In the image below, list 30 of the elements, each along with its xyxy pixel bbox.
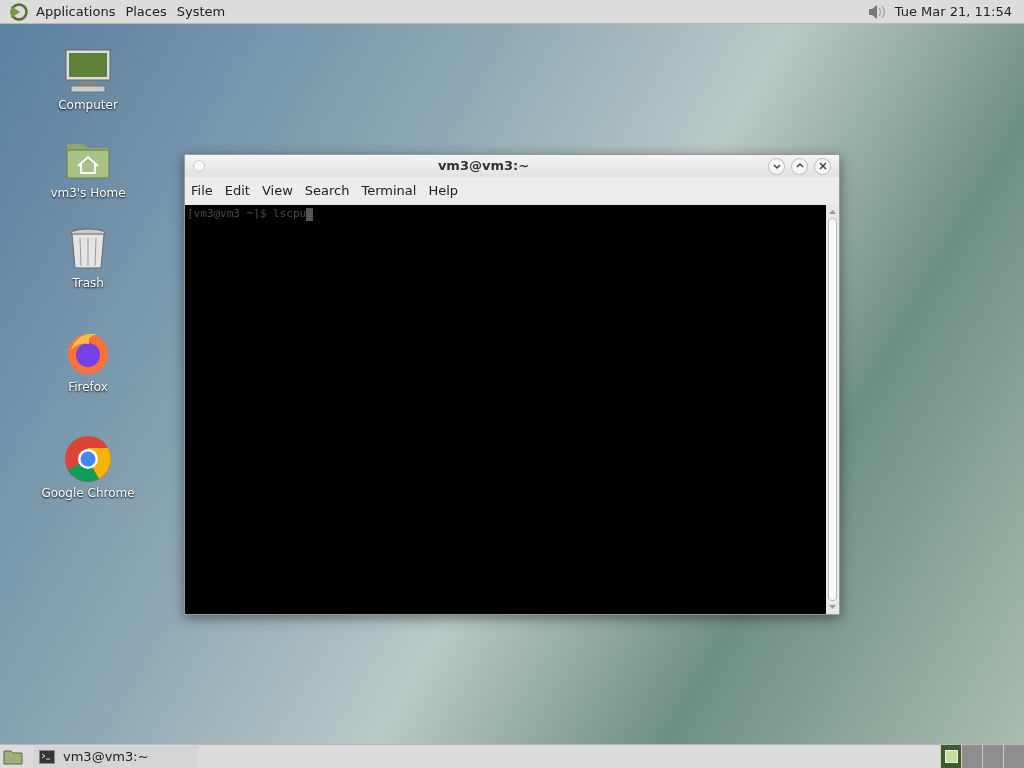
menu-item[interactable]: Help bbox=[428, 181, 459, 201]
scroll-down-arrow-icon[interactable] bbox=[828, 604, 837, 610]
desktop-icon-label[interactable]: Computer bbox=[58, 96, 118, 114]
minimize-button[interactable] bbox=[768, 157, 785, 175]
taskbar-button[interactable]: vm3@vm3:~ bbox=[33, 745, 198, 768]
scroll-up-arrow-icon[interactable] bbox=[828, 209, 837, 215]
clock[interactable]: Tue Mar 21, 11:54 bbox=[894, 1, 1012, 22]
menu-item[interactable]: File bbox=[191, 181, 213, 201]
panel-menu[interactable]: Applications bbox=[36, 1, 116, 22]
workspace-button[interactable] bbox=[940, 744, 961, 768]
close-icon bbox=[816, 160, 829, 172]
text-cursor bbox=[306, 207, 314, 221]
scrollbar-track[interactable] bbox=[826, 205, 839, 614]
terminal-icon bbox=[39, 749, 55, 764]
panel-menu[interactable]: System bbox=[176, 1, 226, 22]
close-button[interactable] bbox=[814, 157, 831, 175]
window-menu-button[interactable] bbox=[193, 160, 205, 172]
show-desktop-icon[interactable] bbox=[3, 748, 23, 765]
computer-icon[interactable] bbox=[63, 46, 113, 96]
scrollbar-thumb[interactable] bbox=[828, 218, 837, 601]
distro-logo-icon[interactable] bbox=[8, 1, 28, 22]
panel-menu[interactable]: Places bbox=[125, 1, 167, 22]
chrome-icon[interactable] bbox=[63, 434, 113, 484]
menu-item[interactable]: View bbox=[261, 181, 293, 201]
terminal-line: [vm3@vm3 ~]$ lscpu bbox=[187, 206, 307, 222]
window-title: vm3@vm3:~ bbox=[436, 157, 531, 176]
maximize-button[interactable] bbox=[791, 157, 808, 175]
menu-item[interactable]: Terminal bbox=[361, 181, 417, 201]
menu-item[interactable]: Edit bbox=[224, 181, 250, 201]
menu-item[interactable]: Search bbox=[304, 181, 350, 201]
